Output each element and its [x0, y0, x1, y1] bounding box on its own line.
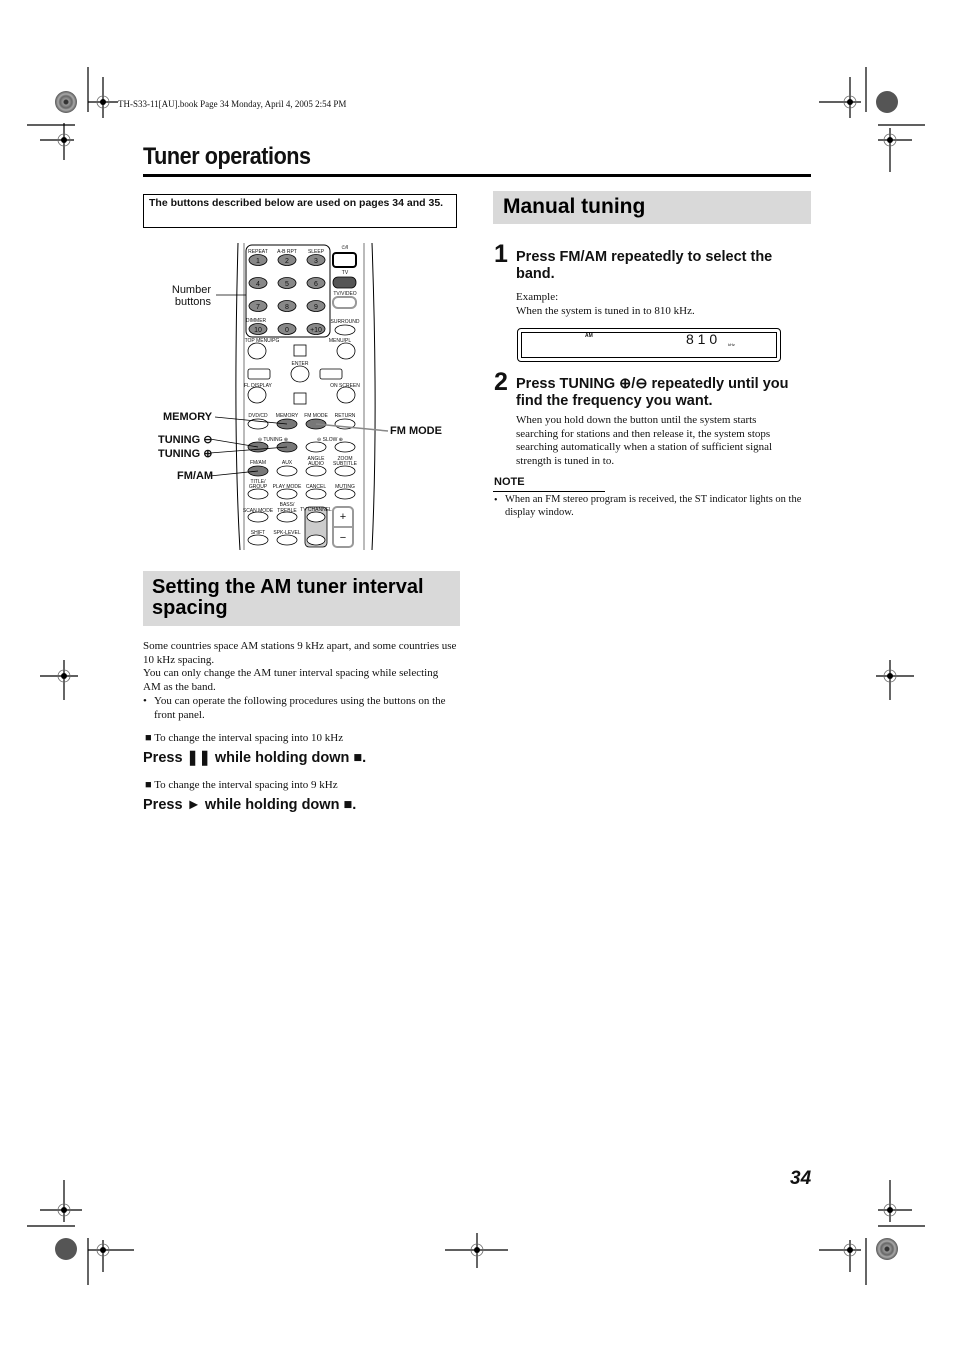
- svg-text:SUBTITLE: SUBTITLE: [333, 461, 358, 467]
- svg-text:GROUP: GROUP: [249, 484, 268, 490]
- registration-disc-top-left: [55, 91, 77, 113]
- svg-text:REPEAT: REPEAT: [248, 249, 268, 255]
- svg-text:SLEEP: SLEEP: [308, 249, 325, 255]
- svg-text:FM MODE: FM MODE: [304, 413, 328, 419]
- svg-text:A-B RPT: A-B RPT: [277, 249, 297, 255]
- step-2-body: When you hold down the button until the …: [516, 414, 773, 467]
- proc-10khz-instruction: Press ❚❚ while holding down ■.: [143, 750, 367, 766]
- svg-text:SURROUND: SURROUND: [331, 319, 360, 325]
- step-2-number: 2: [494, 368, 508, 396]
- page-number: 34: [790, 1168, 812, 1189]
- manual-tuning-heading: Manual tuning: [493, 191, 811, 224]
- proc-9khz-instruction: Press ► while holding down ■.: [143, 797, 357, 813]
- svg-text:DVD/CD: DVD/CD: [248, 413, 268, 419]
- svg-text:7: 7: [256, 304, 260, 311]
- am-bullet-marker: •: [143, 695, 147, 707]
- svg-text:8: 8: [285, 304, 289, 311]
- registration-disc-top-right: [876, 91, 898, 113]
- am-para-1: Some countries space AM stations 9 kHz a…: [143, 640, 457, 666]
- svg-text:DIMMER: DIMMER: [246, 318, 267, 324]
- callout-number-buttons: Number buttons: [171, 284, 211, 308]
- title-rule: [143, 174, 811, 177]
- svg-text:9: 9: [314, 304, 318, 311]
- display-window: AM 8 1 0 kHz: [517, 328, 781, 362]
- display-band: AM: [585, 333, 593, 339]
- remote-control-illustration: 1 2 3 4 5 6 7 8 9 10 0 +10 + − REPEAT A-B RPT SLEE…: [209, 242, 389, 551]
- svg-text:SCAN MODE: SCAN MODE: [243, 508, 274, 514]
- svg-text:10: 10: [254, 327, 262, 334]
- step-1-title: Press FM/AM repeatedly to select the ban…: [516, 249, 773, 282]
- proc-9khz-label: ■ To change the interval spacing into 9 …: [145, 779, 338, 791]
- svg-text:RETURN: RETURN: [335, 413, 356, 419]
- display-frequency: 8 1 0: [686, 331, 718, 347]
- svg-text:TV CHANNEL: TV CHANNEL: [300, 507, 332, 513]
- svg-text:+10: +10: [310, 327, 322, 334]
- note-bullet-marker: •: [494, 495, 498, 506]
- svg-text:+: +: [340, 511, 346, 523]
- svg-text:MEMORY: MEMORY: [276, 413, 299, 419]
- proc-10khz-label: ■ To change the interval spacing into 10…: [145, 732, 344, 744]
- svg-text:⊖ TUNING ⊕: ⊖ TUNING ⊕: [258, 437, 288, 443]
- svg-text:FL DISPLAY: FL DISPLAY: [244, 383, 272, 389]
- svg-text:MUTING: MUTING: [335, 484, 355, 490]
- svg-text:0: 0: [285, 327, 289, 334]
- svg-text:2: 2: [285, 258, 289, 265]
- svg-text:TV/VIDEO: TV/VIDEO: [333, 291, 356, 297]
- svg-text:4: 4: [256, 281, 260, 288]
- svg-text:6: 6: [314, 281, 318, 288]
- svg-text:FM/AM: FM/AM: [250, 460, 266, 466]
- callout-fm-mode: FM MODE: [390, 425, 442, 437]
- svg-text:TOP MENU/PG: TOP MENU/PG: [245, 338, 280, 344]
- page-title: Tuner operations: [143, 143, 311, 170]
- registration-disc-bottom-left: [55, 1238, 77, 1260]
- callout-tuning-plus: TUNING ⊕: [158, 448, 213, 460]
- svg-text:SHIFT: SHIFT: [251, 530, 265, 536]
- svg-text:TREBLE: TREBLE: [277, 508, 297, 514]
- callout-fm-am: FM/AM: [177, 470, 214, 482]
- note-title: NOTE: [494, 476, 525, 488]
- svg-text:ON SCREEN: ON SCREEN: [330, 383, 360, 389]
- svg-text:3: 3: [314, 258, 318, 265]
- svg-text:TV: TV: [342, 270, 349, 276]
- svg-text:⏻/I: ⏻/I: [342, 245, 349, 251]
- display-unit: kHz: [728, 342, 735, 347]
- svg-text:CANCEL: CANCEL: [306, 484, 327, 490]
- svg-text:SPK-LEVEL: SPK-LEVEL: [273, 530, 300, 536]
- callout-tuning-minus: TUNING ⊖: [158, 434, 213, 446]
- note-item: When an FM stereo program is received, t…: [505, 494, 802, 518]
- step-1-example-label: Example:: [516, 291, 559, 303]
- registration-disc-bottom-right: [876, 1238, 898, 1260]
- svg-text:1: 1: [256, 258, 260, 265]
- am-bullet: You can operate the following procedures…: [154, 695, 446, 721]
- note-rule: [493, 491, 605, 492]
- step-2-title: Press TUNING ⊕/⊖ repeatedly until you fi…: [516, 376, 789, 409]
- svg-text:ENTER: ENTER: [292, 361, 309, 367]
- svg-text:⊖ SLOW ⊕: ⊖ SLOW ⊕: [317, 437, 343, 443]
- svg-text:−: −: [340, 532, 346, 544]
- print-header: TH-S33-11[AU].book Page 34 Monday, April…: [118, 99, 347, 109]
- notice-box: The buttons described below are used on …: [143, 194, 457, 228]
- svg-text:AUDIO: AUDIO: [308, 461, 324, 467]
- svg-text:PLAY MODE: PLAY MODE: [273, 484, 302, 490]
- step-1-number: 1: [494, 240, 508, 268]
- am-para-2: You can only change the AM tuner interva…: [143, 667, 439, 693]
- am-spacing-heading: Setting the AM tuner interval spacing: [143, 571, 460, 626]
- svg-text:MENU/PL: MENU/PL: [329, 338, 351, 344]
- step-1-example-text: When the system is tuned in to 810 kHz.: [516, 305, 695, 317]
- callout-memory: MEMORY: [163, 411, 213, 423]
- svg-text:5: 5: [285, 281, 289, 288]
- svg-text:AUX: AUX: [282, 460, 293, 466]
